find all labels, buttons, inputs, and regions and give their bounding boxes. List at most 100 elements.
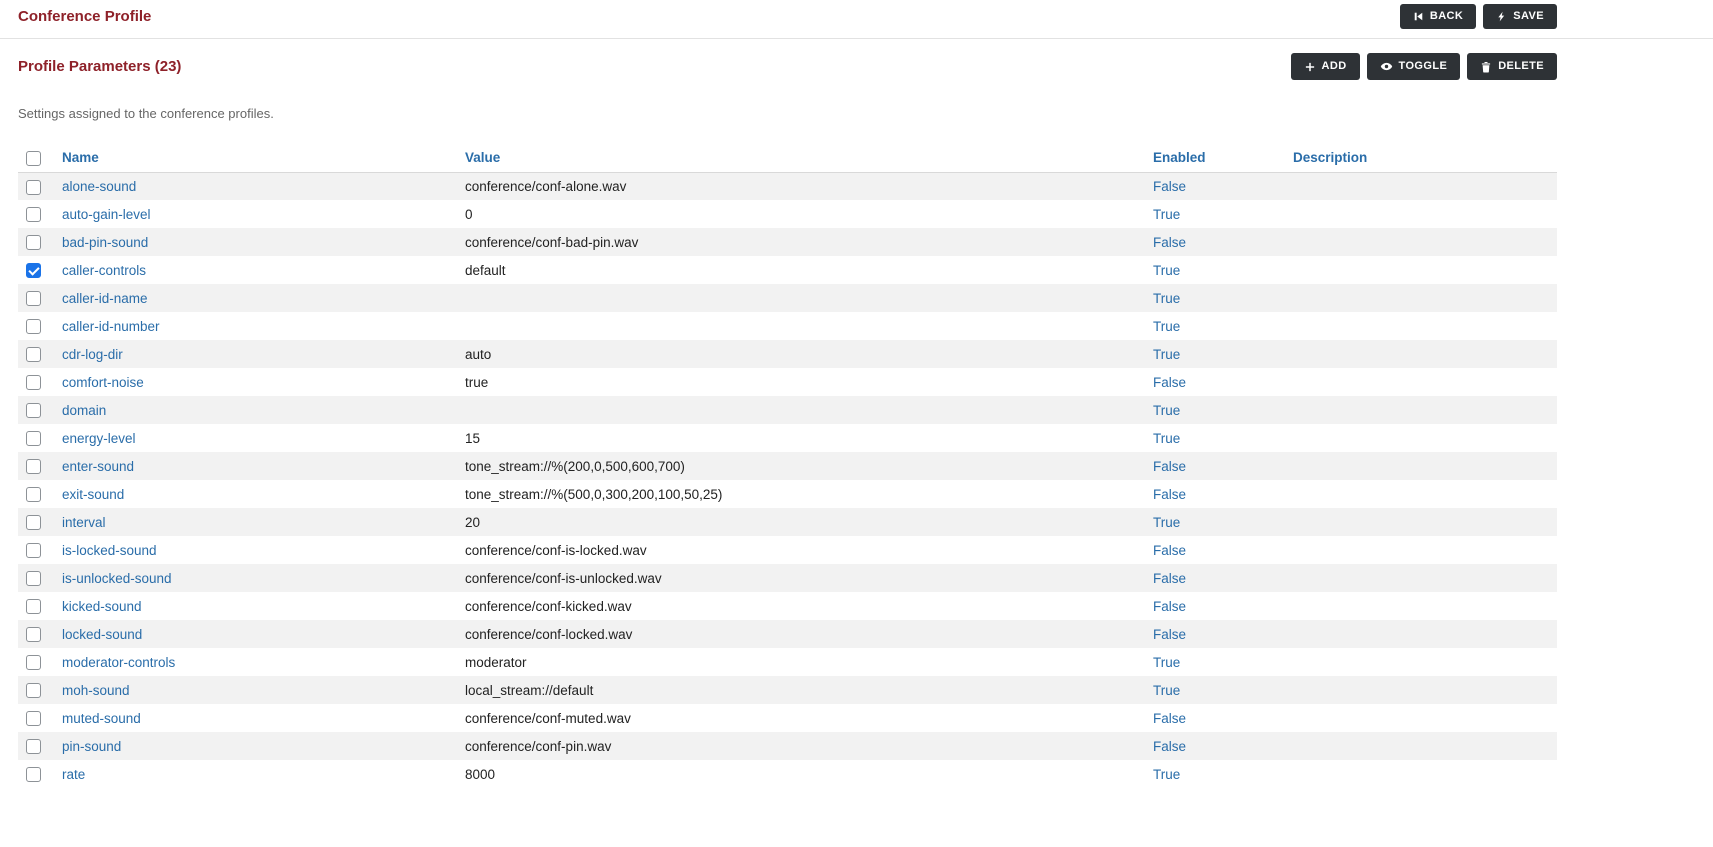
toggle-button-label: TOGGLE — [1399, 61, 1448, 72]
param-name-link[interactable]: locked-sound — [62, 627, 142, 642]
param-name-link[interactable]: moderator-controls — [62, 655, 175, 670]
row-checkbox[interactable] — [26, 515, 41, 530]
param-enabled-link[interactable]: True — [1153, 515, 1180, 530]
row-checkbox[interactable] — [26, 375, 41, 390]
column-header-value[interactable]: Value — [457, 144, 1145, 172]
row-checkbox[interactable] — [26, 207, 41, 222]
param-name-link[interactable]: enter-sound — [62, 459, 134, 474]
param-name-link[interactable]: is-unlocked-sound — [62, 571, 172, 586]
param-value: conference/conf-pin.wav — [457, 732, 1145, 760]
row-checkbox[interactable] — [26, 543, 41, 558]
param-enabled-link[interactable]: False — [1153, 599, 1186, 614]
param-name-link[interactable]: comfort-noise — [62, 375, 144, 390]
param-enabled-link[interactable]: True — [1153, 431, 1180, 446]
table-row: interval 20 True — [18, 508, 1557, 536]
table-row: caller-id-number True — [18, 312, 1557, 340]
row-checkbox[interactable] — [26, 347, 41, 362]
param-name-link[interactable]: moh-sound — [62, 683, 130, 698]
param-value: conference/conf-bad-pin.wav — [457, 228, 1145, 256]
param-name-link[interactable]: is-locked-sound — [62, 543, 157, 558]
param-value: 0 — [457, 200, 1145, 228]
table-body: alone-sound conference/conf-alone.wav Fa… — [18, 172, 1557, 788]
table-row: enter-sound tone_stream://%(200,0,500,60… — [18, 452, 1557, 480]
row-checkbox[interactable] — [26, 319, 41, 334]
row-checkbox[interactable] — [26, 599, 41, 614]
select-all-checkbox[interactable] — [26, 151, 41, 166]
row-checkbox[interactable] — [26, 263, 41, 278]
param-description — [1285, 256, 1557, 284]
row-checkbox[interactable] — [26, 767, 41, 782]
column-header-name[interactable]: Name — [54, 144, 457, 172]
row-checkbox[interactable] — [26, 235, 41, 250]
param-enabled-link[interactable]: True — [1153, 291, 1180, 306]
row-checkbox[interactable] — [26, 627, 41, 642]
param-name-link[interactable]: caller-id-number — [62, 319, 160, 334]
save-button[interactable]: SAVE — [1483, 4, 1557, 29]
param-value — [457, 396, 1145, 424]
param-name-link[interactable]: interval — [62, 515, 106, 530]
param-description — [1285, 172, 1557, 200]
row-checkbox[interactable] — [26, 180, 41, 195]
param-description — [1285, 564, 1557, 592]
param-description — [1285, 760, 1557, 788]
param-name-link[interactable]: domain — [62, 403, 106, 418]
param-description — [1285, 396, 1557, 424]
table-row: bad-pin-sound conference/conf-bad-pin.wa… — [18, 228, 1557, 256]
column-header-enabled[interactable]: Enabled — [1145, 144, 1285, 172]
row-checkbox[interactable] — [26, 739, 41, 754]
param-name-link[interactable]: rate — [62, 767, 85, 782]
param-name-link[interactable]: caller-id-name — [62, 291, 148, 306]
row-checkbox[interactable] — [26, 655, 41, 670]
param-name-link[interactable]: caller-controls — [62, 263, 146, 278]
section-actions: ADD TOGGLE DELETE — [1291, 53, 1558, 80]
param-enabled-link[interactable]: True — [1153, 319, 1180, 334]
param-name-link[interactable]: kicked-sound — [62, 599, 142, 614]
param-enabled-link[interactable]: True — [1153, 683, 1180, 698]
row-checkbox[interactable] — [26, 403, 41, 418]
param-name-link[interactable]: cdr-log-dir — [62, 347, 123, 362]
delete-button[interactable]: DELETE — [1467, 53, 1557, 80]
param-name-link[interactable]: muted-sound — [62, 711, 141, 726]
param-enabled-link[interactable]: False — [1153, 627, 1186, 642]
add-button[interactable]: ADD — [1291, 53, 1360, 80]
param-enabled-link[interactable]: False — [1153, 459, 1186, 474]
param-enabled-link[interactable]: True — [1153, 263, 1180, 278]
param-enabled-link[interactable]: False — [1153, 487, 1186, 502]
param-value: conference/conf-alone.wav — [457, 172, 1145, 200]
row-checkbox[interactable] — [26, 291, 41, 306]
param-value: default — [457, 256, 1145, 284]
param-name-link[interactable]: alone-sound — [62, 179, 136, 194]
param-enabled-link[interactable]: False — [1153, 739, 1186, 754]
param-name-link[interactable]: bad-pin-sound — [62, 235, 148, 250]
row-checkbox[interactable] — [26, 711, 41, 726]
row-checkbox[interactable] — [26, 431, 41, 446]
param-description — [1285, 424, 1557, 452]
param-enabled-link[interactable]: False — [1153, 711, 1186, 726]
table-row: muted-sound conference/conf-muted.wav Fa… — [18, 704, 1557, 732]
row-checkbox[interactable] — [26, 459, 41, 474]
param-enabled-link[interactable]: False — [1153, 179, 1186, 194]
table-row: cdr-log-dir auto True — [18, 340, 1557, 368]
param-enabled-link[interactable]: True — [1153, 655, 1180, 670]
param-enabled-link[interactable]: False — [1153, 235, 1186, 250]
param-enabled-link[interactable]: False — [1153, 543, 1186, 558]
param-enabled-link[interactable]: False — [1153, 571, 1186, 586]
param-name-link[interactable]: energy-level — [62, 431, 136, 446]
param-enabled-link[interactable]: True — [1153, 347, 1180, 362]
param-name-link[interactable]: auto-gain-level — [62, 207, 151, 222]
toggle-button[interactable]: TOGGLE — [1367, 53, 1461, 80]
table-row: auto-gain-level 0 True — [18, 200, 1557, 228]
param-name-link[interactable]: exit-sound — [62, 487, 124, 502]
table-row: caller-controls default True — [18, 256, 1557, 284]
row-checkbox[interactable] — [26, 571, 41, 586]
param-name-link[interactable]: pin-sound — [62, 739, 121, 754]
param-enabled-link[interactable]: True — [1153, 403, 1180, 418]
param-enabled-link[interactable]: True — [1153, 767, 1180, 782]
param-enabled-link[interactable]: False — [1153, 375, 1186, 390]
column-header-description[interactable]: Description — [1285, 144, 1557, 172]
row-checkbox[interactable] — [26, 487, 41, 502]
param-enabled-link[interactable]: True — [1153, 207, 1180, 222]
back-button[interactable]: BACK — [1400, 4, 1476, 29]
row-checkbox[interactable] — [26, 683, 41, 698]
param-description — [1285, 340, 1557, 368]
